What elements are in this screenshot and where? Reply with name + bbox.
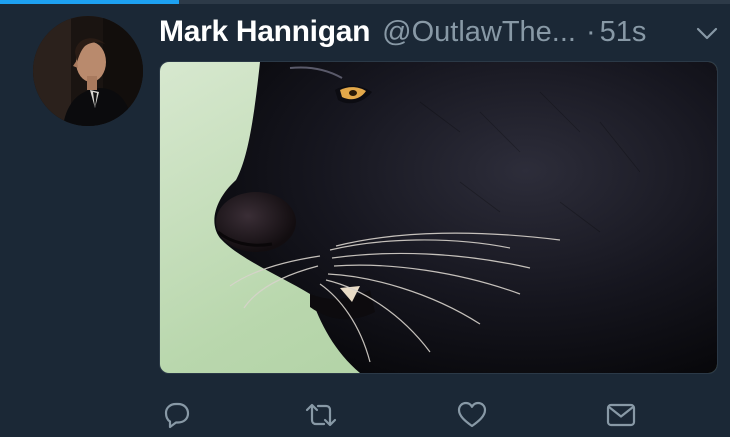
header-separator: ·: [585, 15, 596, 48]
retweet-icon[interactable]: [304, 398, 338, 432]
reply-icon[interactable]: [160, 398, 194, 432]
heart-icon[interactable]: [455, 398, 489, 432]
envelope-icon[interactable]: [604, 398, 638, 432]
tweet-media-image[interactable]: [159, 61, 718, 374]
avatar-photo: [33, 16, 143, 126]
author-handle[interactable]: @OutlawThe...: [382, 16, 576, 49]
chevron-down-icon[interactable]: [696, 22, 718, 44]
tweet-actions: [159, 398, 639, 434]
tweet-header: Mark Hannigan @OutlawThe... · 51s: [159, 10, 719, 54]
tweet-card[interactable]: Mark Hannigan @OutlawThe... · 51s: [0, 0, 730, 437]
author-display-name[interactable]: Mark Hannigan: [159, 15, 370, 49]
panther-photo: [160, 62, 717, 373]
tweet-timestamp[interactable]: 51s: [600, 16, 647, 49]
avatar[interactable]: [33, 16, 143, 126]
